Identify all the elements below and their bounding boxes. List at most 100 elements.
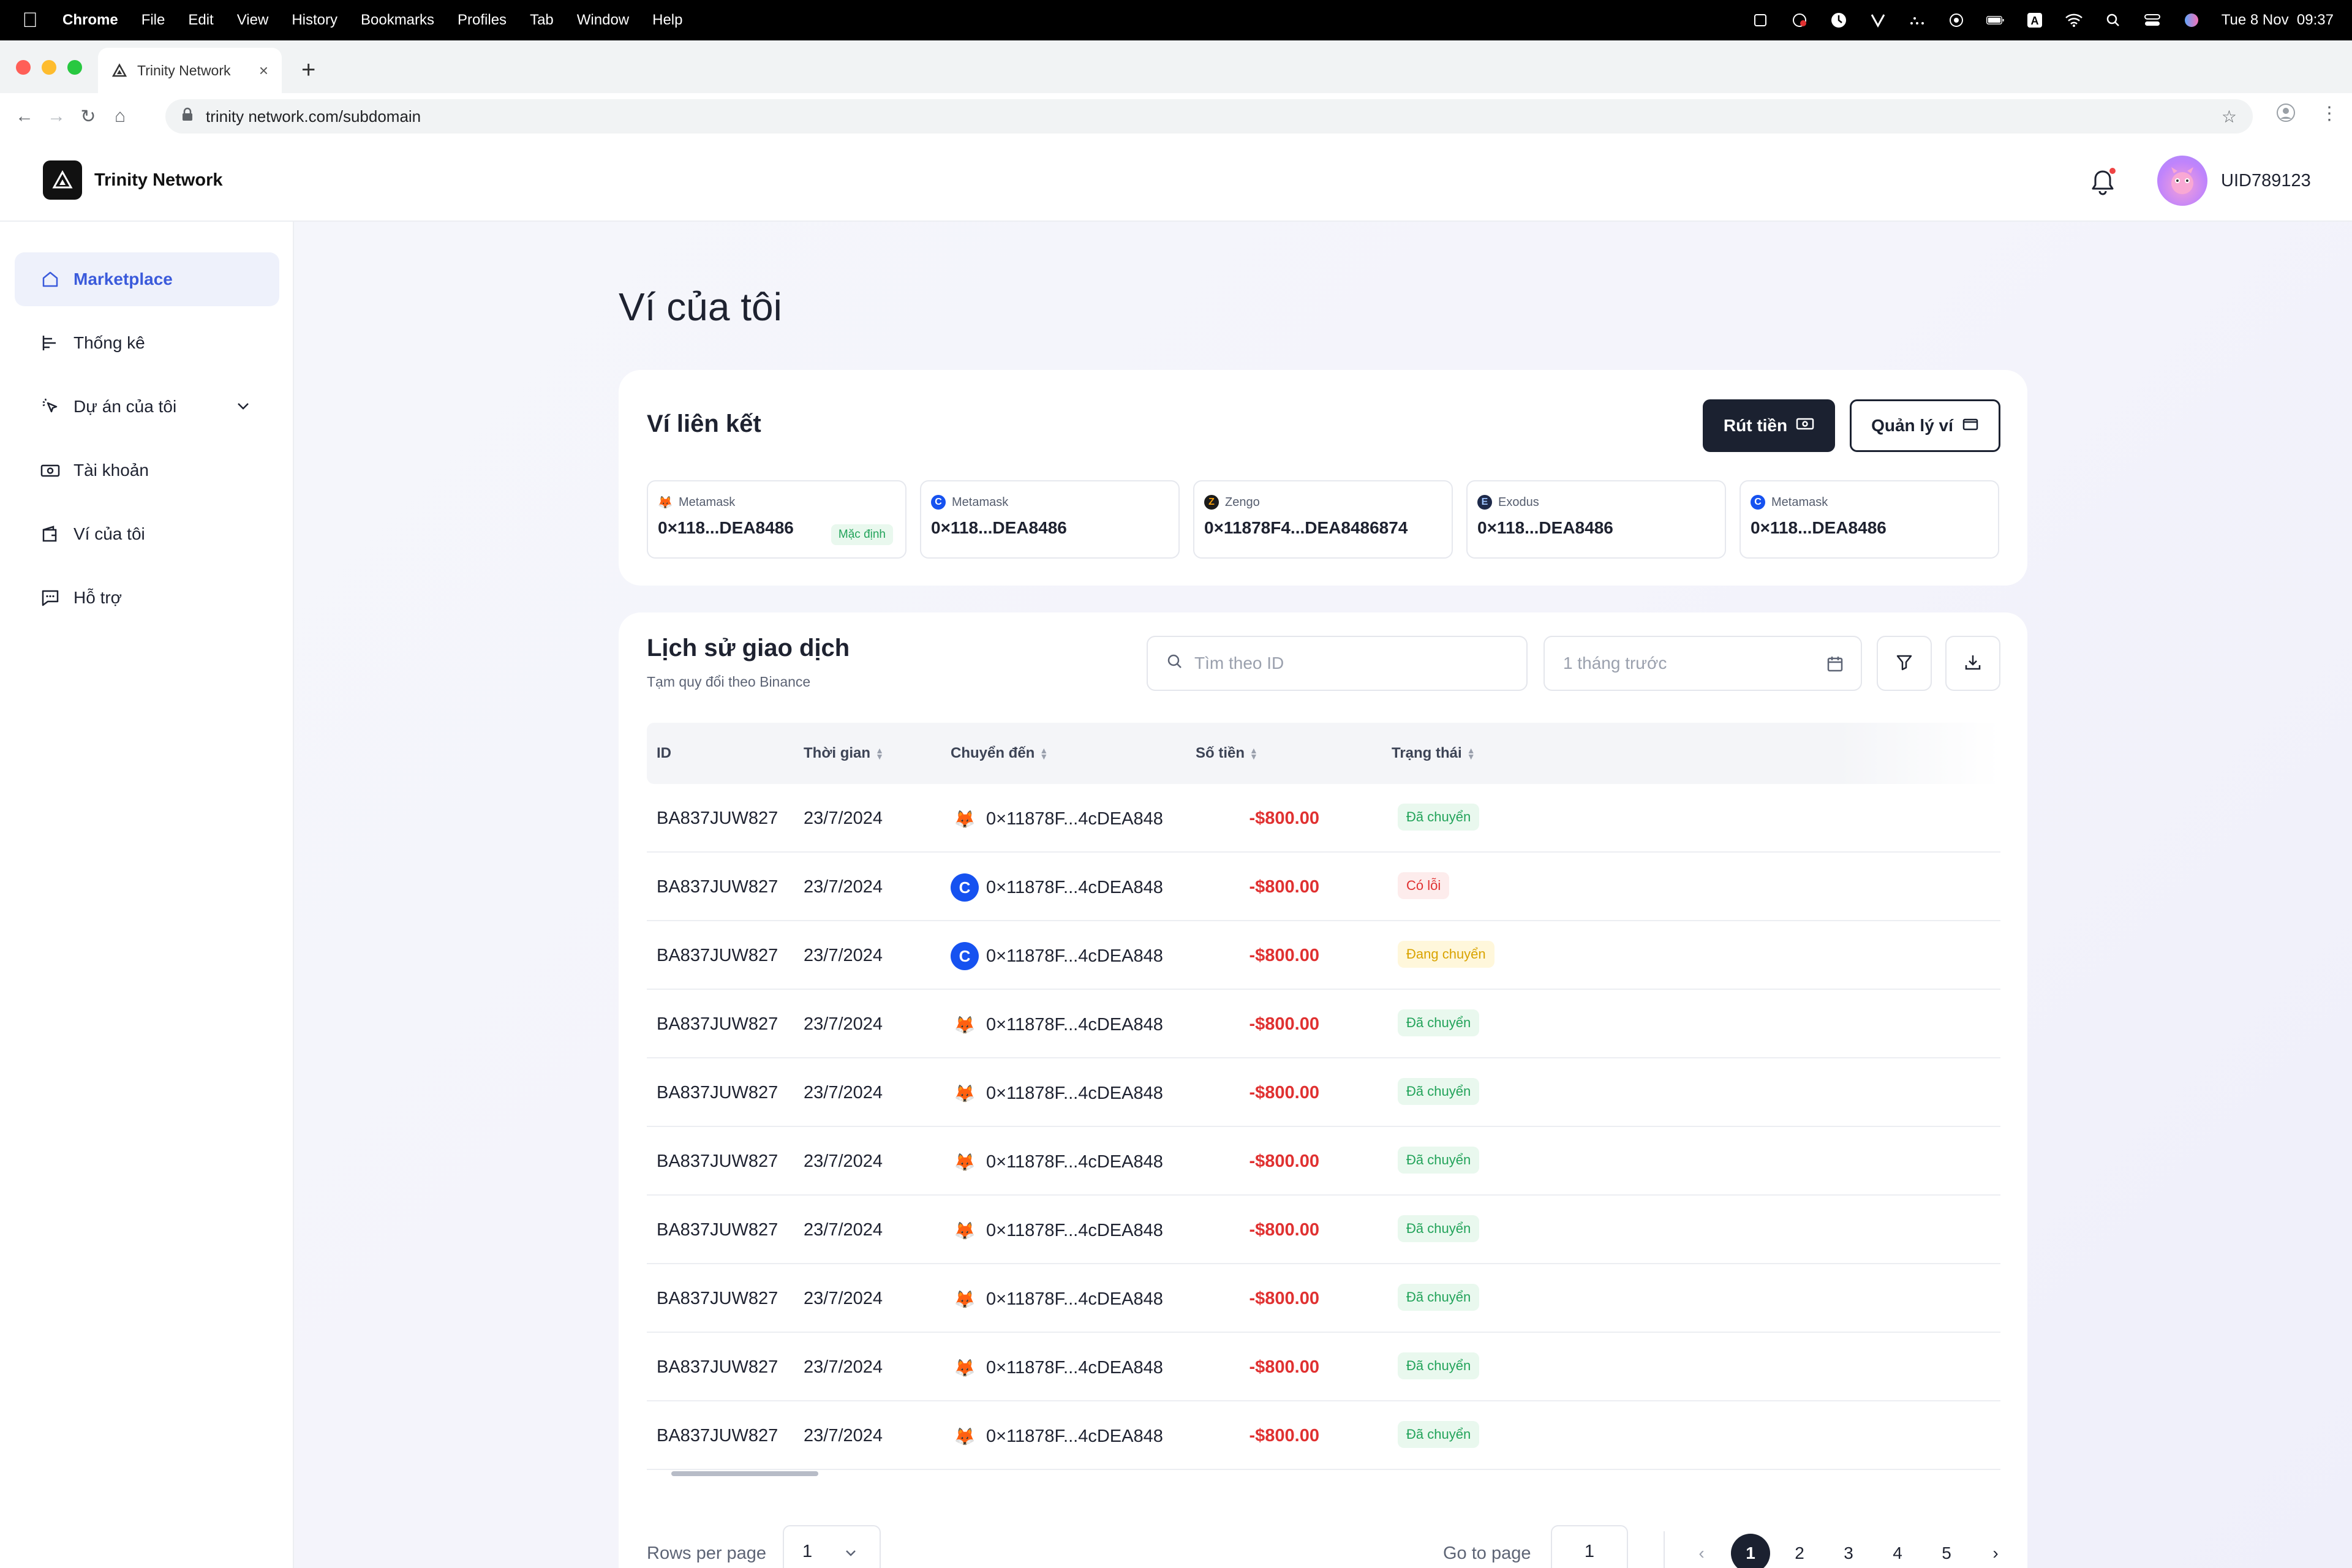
- sidebar-item-my-wallet[interactable]: Ví của tôi: [15, 507, 279, 561]
- minimize-window-button[interactable]: [42, 60, 56, 75]
- brand-logo[interactable]: Trinity Network: [43, 160, 223, 200]
- menu-view[interactable]: View: [237, 12, 269, 29]
- cell-id: BA837JUW827: [657, 1083, 778, 1102]
- page-2[interactable]: 2: [1780, 1534, 1819, 1568]
- battery-icon[interactable]: [1986, 12, 2005, 28]
- wallet-address: 0×118...DEA8486: [931, 518, 1067, 537]
- table-row[interactable]: BA837JUW827 23/7/2024 🦊 0×11878F...4cDEA848…: [647, 990, 2000, 1058]
- next-page-icon[interactable]: ›: [1976, 1534, 2015, 1568]
- sidebar-item-support[interactable]: Hỗ trợ: [15, 571, 279, 625]
- table-row[interactable]: BA837JUW827 23/7/2024 🦊 0×11878F...4cDEA848…: [647, 1401, 2000, 1470]
- status-timer-icon[interactable]: [1830, 12, 1848, 28]
- chevron-down-icon[interactable]: [234, 397, 252, 420]
- linked-wallets-title: Ví liên kết: [647, 410, 761, 437]
- user-menu[interactable]: UID789123: [2157, 156, 2311, 206]
- status-dots-icon[interactable]: [1908, 12, 1926, 28]
- column-time[interactable]: Thời gian ▲ ▼: [804, 745, 884, 762]
- withdraw-button[interactable]: Rút tiền: [1703, 399, 1835, 452]
- home-browser-icon[interactable]: ⌂: [104, 106, 136, 127]
- table-row[interactable]: BA837JUW827 23/7/2024 🦊 0×11878F...4cDEA848…: [647, 1264, 2000, 1333]
- cell-date: 23/7/2024: [804, 946, 883, 965]
- control-center-icon[interactable]: [2143, 12, 2162, 28]
- table-row[interactable]: BA837JUW827 23/7/2024 🦊 0×11878F...4cDEA848…: [647, 1196, 2000, 1264]
- column-to[interactable]: Chuyển đến ▲ ▼: [951, 745, 1048, 762]
- menu-file[interactable]: File: [141, 12, 165, 29]
- reload-icon[interactable]: ↻: [72, 106, 104, 127]
- wallet-card[interactable]: C Metamask 0×118...DEA8486: [1740, 480, 1999, 559]
- goto-page-value: 1: [1584, 1541, 1595, 1561]
- table-row[interactable]: BA837JUW827 23/7/2024 🦊 0×11878F...4cDEA848…: [647, 784, 2000, 853]
- menu-edit[interactable]: Edit: [188, 12, 213, 29]
- status-play-icon[interactable]: [1947, 12, 1966, 28]
- sort-icon[interactable]: ▲ ▼: [875, 746, 884, 761]
- manage-wallet-label: Quản lý ví: [1871, 416, 1953, 435]
- wallet-card[interactable]: E Exodus 0×118...DEA8486: [1466, 480, 1726, 559]
- chrome-menu-icon[interactable]: ⋮: [2320, 103, 2339, 124]
- siri-icon[interactable]: [2182, 12, 2201, 28]
- zoom-window-button[interactable]: [67, 60, 82, 75]
- sidebar-item-marketplace[interactable]: Marketplace: [15, 252, 279, 306]
- sort-icon[interactable]: ▲ ▼: [1039, 746, 1048, 761]
- column-label: Chuyển đến: [951, 745, 1035, 761]
- apple-icon[interactable]: : [20, 10, 40, 31]
- close-window-button[interactable]: [16, 60, 31, 75]
- menu-history[interactable]: History: [292, 12, 337, 29]
- page-5[interactable]: 5: [1927, 1534, 1966, 1568]
- status-cloud-icon[interactable]: [1790, 12, 1809, 28]
- bookmark-star-icon[interactable]: ☆: [2222, 107, 2237, 127]
- keyboard-input-icon[interactable]: A: [2026, 12, 2044, 28]
- default-badge: Mặc định: [831, 524, 893, 545]
- menu-profiles[interactable]: Profiles: [458, 12, 507, 29]
- status-app-icon[interactable]: [1751, 12, 1770, 28]
- chat-icon: [39, 587, 61, 609]
- menu-app-name[interactable]: Chrome: [62, 12, 118, 29]
- menu-tab[interactable]: Tab: [530, 12, 554, 29]
- download-button[interactable]: [1945, 636, 2000, 691]
- sort-icon[interactable]: ▲ ▼: [1467, 746, 1476, 761]
- table-row[interactable]: BA837JUW827 23/7/2024 🦊 0×11878F...4cDEA848…: [647, 1333, 2000, 1401]
- sidebar-item-statistics[interactable]: Thống kê: [15, 316, 279, 370]
- column-status[interactable]: Trạng thái ▲ ▼: [1392, 745, 1476, 762]
- table-row[interactable]: BA837JUW827 23/7/2024 🦊 0×11878F...4cDEA848…: [647, 1058, 2000, 1127]
- forward-icon[interactable]: →: [40, 106, 72, 127]
- wifi-icon[interactable]: [2065, 12, 2083, 28]
- table-row[interactable]: BA837JUW827 23/7/2024 C 0×11878F...4cDEA848…: [647, 853, 2000, 921]
- menu-window[interactable]: Window: [577, 12, 629, 29]
- menu-bookmarks[interactable]: Bookmarks: [361, 12, 434, 29]
- back-icon[interactable]: ←: [9, 106, 40, 127]
- clock[interactable]: Tue 8 Nov 09:37: [2222, 12, 2334, 29]
- date-range-picker[interactable]: 1 tháng trước: [1544, 636, 1862, 691]
- cell-amount: -$800.00: [1249, 1220, 1320, 1240]
- filter-button[interactable]: [1877, 636, 1932, 691]
- manage-wallet-button[interactable]: Quản lý ví: [1850, 399, 2000, 452]
- page-4[interactable]: 4: [1878, 1534, 1917, 1568]
- address-bar[interactable]: trinity network.com/subdomain ☆: [165, 99, 2253, 134]
- page-3[interactable]: 3: [1829, 1534, 1868, 1568]
- prev-page-icon[interactable]: ‹: [1682, 1534, 1721, 1568]
- profile-icon[interactable]: [2276, 103, 2296, 127]
- table-row[interactable]: BA837JUW827 23/7/2024 C 0×11878F...4cDEA848…: [647, 921, 2000, 990]
- spotlight-icon[interactable]: [2104, 12, 2122, 28]
- wallet-card[interactable]: Z Zengo 0×11878F4...DEA8486874: [1193, 480, 1453, 559]
- menu-help[interactable]: Help: [652, 12, 682, 29]
- rows-per-page-select[interactable]: 1: [783, 1525, 881, 1568]
- table-row[interactable]: BA837JUW827 23/7/2024 🦊 0×11878F...4cDEA848…: [647, 1127, 2000, 1196]
- browser-tab[interactable]: Trinity Network ×: [98, 48, 282, 93]
- status-v-icon[interactable]: [1869, 12, 1887, 28]
- sidebar-item-my-projects[interactable]: Dự án của tôi: [15, 380, 279, 434]
- wallet-card[interactable]: 🦊 Metamask 0×118...DEA8486 Mặc định: [647, 480, 907, 559]
- lock-icon[interactable]: [181, 107, 194, 126]
- notification-bell-icon[interactable]: [2087, 167, 2118, 197]
- search-input[interactable]: Tìm theo ID: [1147, 636, 1528, 691]
- sort-icon[interactable]: ▲ ▼: [1250, 746, 1258, 761]
- wallet-card[interactable]: C Metamask 0×118...DEA8486: [920, 480, 1180, 559]
- page-1[interactable]: 1: [1731, 1534, 1770, 1568]
- column-id[interactable]: ID: [657, 745, 671, 762]
- sidebar-item-account[interactable]: Tài khoản: [15, 443, 279, 497]
- new-tab-icon[interactable]: +: [301, 58, 315, 82]
- tab-close-icon[interactable]: ×: [259, 61, 268, 80]
- goto-page-label: Go to page: [1443, 1544, 1531, 1563]
- goto-page-input[interactable]: 1: [1551, 1525, 1628, 1568]
- horizontal-scrollbar[interactable]: [671, 1471, 818, 1476]
- column-amount[interactable]: Số tiền ▲ ▼: [1196, 745, 1258, 762]
